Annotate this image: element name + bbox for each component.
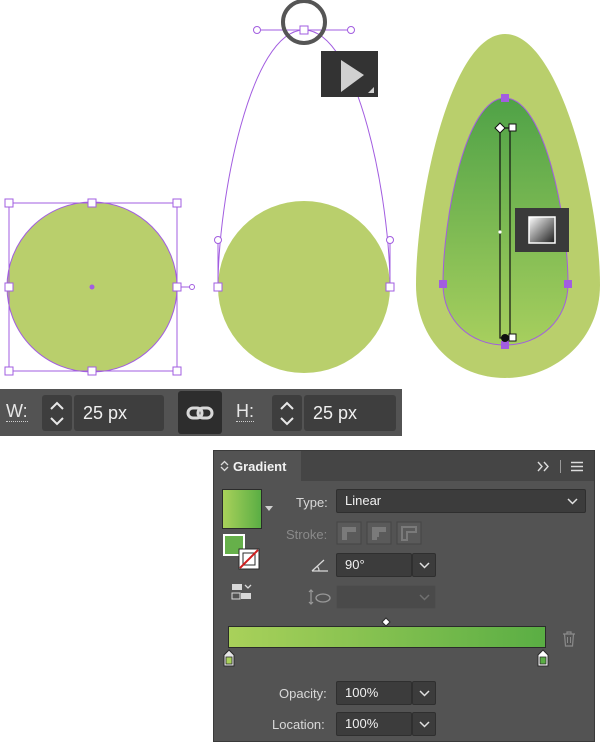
width-label: W: [6,401,28,422]
height-stepper[interactable] [272,395,302,431]
anchor-highlight-circle [281,0,327,45]
type-label: Type: [296,495,328,510]
chevron-down-icon [419,690,430,697]
chevron-down-icon [419,562,430,569]
gradient-slider[interactable] [228,626,546,648]
aspect-ratio-icon [308,589,331,605]
divider [560,460,561,473]
chevron-down-icon [567,498,578,505]
gradient-swatch[interactable] [222,489,262,529]
link-icon [186,406,214,420]
gradient-tool-icon [515,208,569,252]
panel-title: Gradient [233,459,287,474]
angle-dropdown-button[interactable] [412,553,436,577]
opacity-field[interactable]: 100% [336,681,412,705]
type-dropdown[interactable]: Linear [336,489,586,513]
trash-icon[interactable] [562,631,576,647]
width-stepper[interactable] [42,395,72,431]
location-label: Location: [272,717,325,732]
color-stop-end[interactable] [536,649,550,667]
angle-icon [311,559,328,572]
direct-selection-arrow-icon [321,51,378,97]
height-label: H: [236,401,254,422]
angle-field[interactable]: 90° [336,553,412,577]
stroke-within-icon[interactable] [336,521,362,545]
collapse-panel-icon[interactable] [536,461,552,472]
stroke-across-icon[interactable] [396,521,422,545]
width-field[interactable]: 25 px [74,395,164,431]
constrain-proportions-button[interactable] [178,391,222,434]
location-dropdown-button[interactable] [412,712,436,736]
opacity-label: Opacity: [279,686,327,701]
stroke-options[interactable] [336,521,424,545]
opacity-dropdown-button[interactable] [412,681,436,705]
tab-gradient[interactable]: Gradient [214,451,301,481]
transform-bar: W: 25 px H: 25 px [0,389,402,436]
selected-circle-shape[interactable] [4,198,195,376]
type-value: Linear [345,493,382,508]
collapse-toggle-icon[interactable] [220,460,229,472]
reverse-gradient-icon[interactable] [230,582,254,602]
stroke-swatch[interactable] [238,548,260,570]
artboard-canvas[interactable] [0,0,600,385]
color-stop-start[interactable] [222,649,236,667]
stroke-label: Stroke: [286,527,328,542]
menu-icon[interactable] [570,461,584,472]
location-field[interactable]: 100% [336,712,412,736]
height-field[interactable]: 25 px [304,395,396,431]
stroke-along-icon[interactable] [366,521,392,545]
swatch-dropdown-icon[interactable] [265,506,273,512]
avocado-shape[interactable] [416,34,600,378]
chevron-down-icon [419,594,430,601]
gradient-panel: Gradient Type: Linear Stroke: 90° Opacit… [213,450,595,742]
chevron-down-icon [419,721,430,728]
